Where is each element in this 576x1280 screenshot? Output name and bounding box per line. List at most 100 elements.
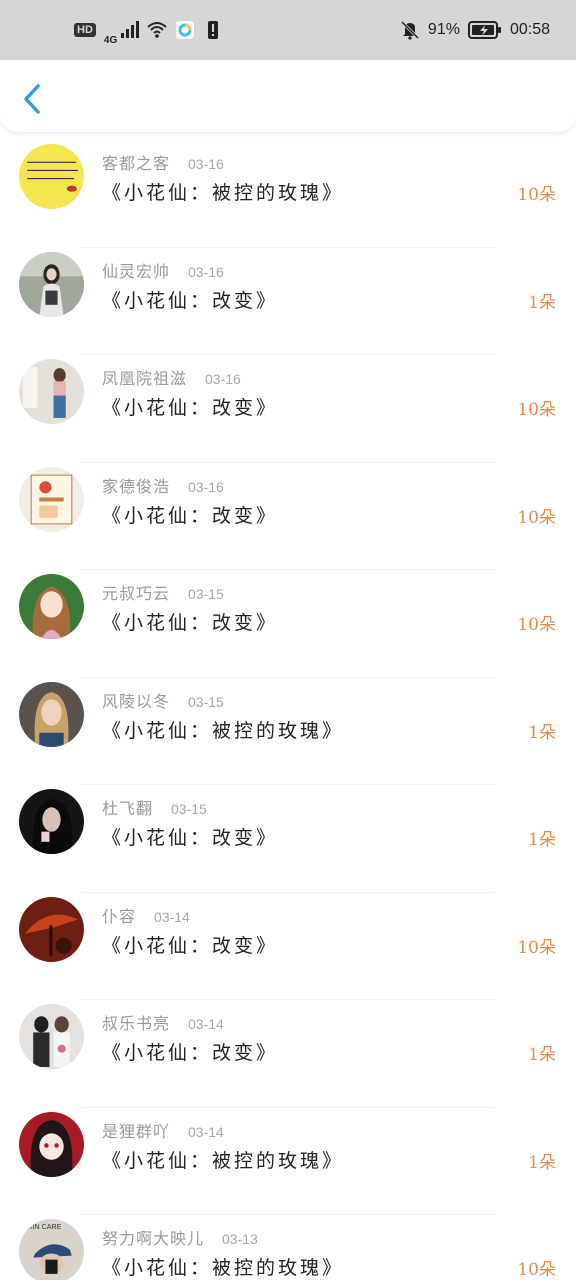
record-meta: 仆容 03-14 <box>102 903 190 927</box>
gift-title: 《小花仙：被控的玫瑰》 <box>102 719 345 742</box>
flower-amount: 1朵 <box>528 292 556 313</box>
list-item[interactable]: 家德俊浩 03-16 《小花仙：改变》 10朵 <box>0 463 576 571</box>
username: 凤凰院祖滋 <box>102 369 188 388</box>
record-date: 03-15 <box>188 693 224 710</box>
list-item[interactable]: SKIN CARE 努力啊大映儿 03-13 《小花仙：被控的玫瑰》 10朵 <box>0 1215 576 1280</box>
status-left: HD 4G <box>74 15 223 46</box>
avatar-image <box>19 1004 84 1069</box>
record-meta: 仙灵宏帅 03-16 <box>102 258 224 282</box>
chevron-left-icon <box>24 84 40 114</box>
avatar-image: SKIN CARE <box>19 1219 84 1280</box>
gift-title: 《小花仙：被控的玫瑰》 <box>102 182 345 204</box>
battery-icon <box>467 21 501 39</box>
username: 仙灵宏帅 <box>102 261 171 281</box>
gift-title: 《小花仙：被控的玫瑰》 <box>102 1149 345 1172</box>
avatar[interactable] <box>19 359 84 424</box>
record-date: 03-16 <box>205 371 241 387</box>
list-item[interactable]: 叔乐书亮 03-14 《小花仙：改变》 1朵 <box>0 1000 576 1108</box>
list-item[interactable]: 风陵以冬 03-15 《小花仙：被控的玫瑰》 1朵 <box>0 678 576 786</box>
avatar[interactable] <box>19 896 84 962</box>
record-meta: 是狸群吖 03-14 <box>102 1118 224 1142</box>
hd-badge: HD <box>74 23 96 37</box>
list-item[interactable]: 杜飞翻 03-15 《小花仙：改变》 1朵 <box>0 785 576 893</box>
record-date: 03-15 <box>171 801 207 817</box>
record-date: 03-16 <box>188 156 224 172</box>
svg-text:SKIN CARE: SKIN CARE <box>23 1223 62 1231</box>
avatar-image <box>19 896 84 962</box>
flower-amount: 1朵 <box>528 1152 556 1173</box>
gift-title: 《小花仙：改变》 <box>102 827 279 849</box>
flower-amount: 1朵 <box>528 722 556 743</box>
flower-amount: 10朵 <box>517 185 556 205</box>
gift-title: 《小花仙：被控的玫瑰》 <box>102 1257 345 1279</box>
record-date: 03-15 <box>188 586 224 602</box>
avatar-image <box>19 789 84 854</box>
back-button[interactable] <box>18 82 48 116</box>
username: 客都之客 <box>102 154 171 173</box>
wifi-icon <box>147 22 167 38</box>
flower-amount: 1朵 <box>528 830 556 850</box>
list-item[interactable]: 仙灵宏帅 03-16 《小花仙：改变》 1朵 <box>0 248 576 356</box>
avatar[interactable] <box>19 466 84 532</box>
record-meta: 风陵以冬 03-15 <box>102 688 224 712</box>
avatar-image <box>19 1111 84 1177</box>
flower-amount: 10朵 <box>517 400 556 420</box>
gift-title: 《小花仙：改变》 <box>102 612 279 634</box>
list-item[interactable]: 客都之客 03-16 《小花仙：被控的玫瑰》 10朵 <box>0 140 576 248</box>
list-item[interactable]: 仆容 03-14 《小花仙：改变》 10朵 <box>0 893 576 1001</box>
battery-percent: 91% <box>427 21 460 38</box>
username: 杜飞翻 <box>102 799 154 818</box>
list-item[interactable]: 凤凰院祖滋 03-16 《小花仙：改变》 10朵 <box>0 355 576 463</box>
gift-title: 《小花仙：改变》 <box>102 504 279 527</box>
record-date: 03-16 <box>188 478 224 495</box>
username: 努力啊大映儿 <box>102 1229 205 1248</box>
avatar-image <box>19 681 84 747</box>
avatar[interactable] <box>19 144 84 209</box>
gift-title: 《小花仙：改变》 <box>102 289 279 312</box>
avatar-image <box>19 466 84 532</box>
avatar[interactable] <box>19 1004 84 1069</box>
record-meta: 叔乐书亮 03-14 <box>102 1010 224 1034</box>
alert-icon <box>208 21 219 39</box>
status-right: 91% 00:58 <box>400 20 550 40</box>
username: 家德俊浩 <box>102 476 171 496</box>
avatar[interactable] <box>19 1111 84 1177</box>
record-date: 03-14 <box>188 1123 224 1140</box>
avatar-image <box>19 359 84 424</box>
gift-record-list: 客都之客 03-16 《小花仙：被控的玫瑰》 10朵 仙灵宏帅 03-16 《小… <box>0 140 576 1280</box>
record-date: 03-14 <box>154 908 190 925</box>
avatar-image <box>19 251 84 317</box>
list-item[interactable]: 元叔巧云 03-15 《小花仙：改变》 10朵 <box>0 570 576 678</box>
signal-icon <box>121 21 140 38</box>
avatar[interactable] <box>19 574 84 639</box>
username: 元叔巧云 <box>102 584 171 603</box>
gift-title: 《小花仙：改变》 <box>102 934 279 957</box>
clock: 00:58 <box>509 21 550 38</box>
list-item[interactable]: 是狸群吖 03-14 《小花仙：被控的玫瑰》 1朵 <box>0 1108 576 1216</box>
record-meta: 努力啊大映儿 03-13 <box>102 1225 258 1249</box>
network-type: 4G <box>103 34 118 46</box>
gift-title: 《小花仙：改变》 <box>102 397 279 419</box>
username: 风陵以冬 <box>102 691 171 711</box>
top-bar <box>0 60 576 132</box>
record-date: 03-13 <box>222 1231 258 1247</box>
gift-title: 《小花仙：改变》 <box>102 1042 279 1064</box>
avatar[interactable]: SKIN CARE <box>19 1219 84 1280</box>
record-meta: 杜飞翻 03-15 <box>102 795 207 819</box>
username: 是狸群吖 <box>102 1121 171 1141</box>
username: 叔乐书亮 <box>102 1014 171 1033</box>
flower-amount: 10朵 <box>517 937 556 958</box>
mute-bell-icon <box>400 20 419 40</box>
record-date: 03-16 <box>188 263 224 280</box>
flower-amount: 10朵 <box>517 1260 556 1280</box>
app-notification-icon <box>176 21 195 39</box>
username: 仆容 <box>102 906 137 926</box>
avatar[interactable] <box>19 681 84 747</box>
record-meta: 凤凰院祖滋 03-16 <box>102 365 241 389</box>
record-meta: 家德俊浩 03-16 <box>102 473 224 497</box>
record-meta: 元叔巧云 03-15 <box>102 580 224 604</box>
flower-amount: 10朵 <box>517 507 556 528</box>
avatar[interactable] <box>19 251 84 317</box>
avatar[interactable] <box>19 789 84 854</box>
avatar-image <box>19 574 84 639</box>
